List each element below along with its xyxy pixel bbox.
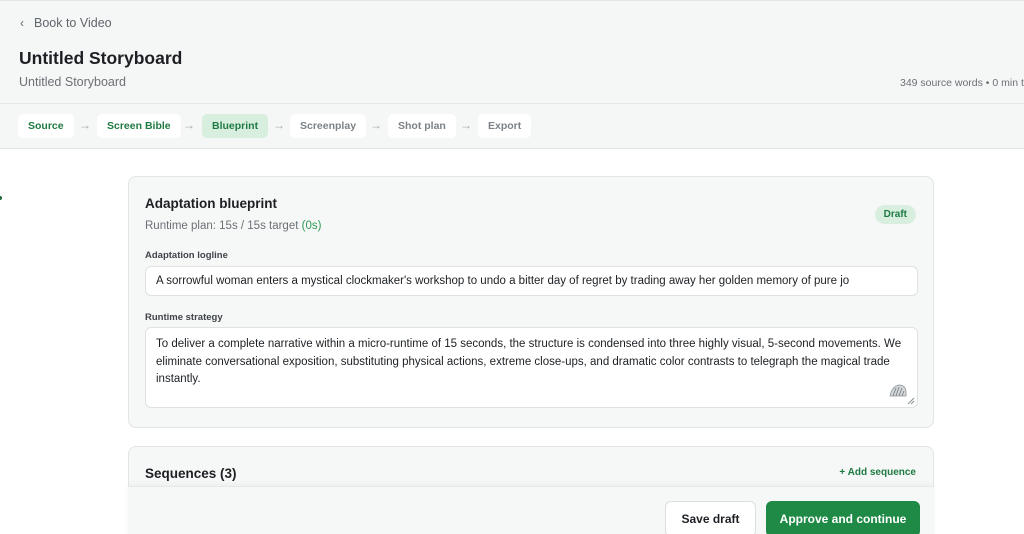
approve-continue-button[interactable]: Approve and continue xyxy=(766,501,920,534)
page-subtitle: Untitled Storyboard xyxy=(19,75,127,89)
step-shot-plan[interactable]: Shot plan xyxy=(388,114,456,138)
source-stats: 349 source words • 0 min ta xyxy=(900,77,1024,89)
workflow-stepper: Source → Screen Bible → Blueprint → Scre… xyxy=(0,104,1024,149)
strategy-textarea[interactable]: To deliver a complete narrative within a… xyxy=(145,327,918,408)
step-export[interactable]: Export xyxy=(478,114,532,138)
blueprint-title: Adaptation blueprint xyxy=(145,196,277,211)
chevron-left-icon: ‹ xyxy=(20,16,24,30)
runtime-plan-text: Runtime plan: 15s / 15s target xyxy=(145,220,299,232)
step-blueprint[interactable]: Blueprint xyxy=(202,114,269,138)
page-header: ‹ Book to Video Untitled Storyboard Unti… xyxy=(0,0,1024,104)
step-screen-bible[interactable]: Screen Bible xyxy=(97,114,181,138)
arrow-right-icon: → xyxy=(273,118,285,132)
strategy-text: To deliver a complete narrative within a… xyxy=(156,338,902,385)
arrow-right-icon: → xyxy=(370,118,382,132)
step-source[interactable]: Source xyxy=(18,114,74,138)
sequences-title: Sequences (3) xyxy=(145,466,237,481)
arrow-right-icon: → xyxy=(183,118,195,132)
edge-dot xyxy=(0,196,2,200)
back-link[interactable]: ‹ Book to Video xyxy=(20,16,112,30)
ai-assist-icon[interactable] xyxy=(888,382,908,398)
step-screenplay[interactable]: Screenplay xyxy=(290,114,367,138)
arrow-right-icon: → xyxy=(460,118,472,132)
logline-input[interactable]: A sorrowful woman enters a mystical cloc… xyxy=(145,266,918,296)
page-title: Untitled Storyboard xyxy=(19,48,183,68)
strategy-label: Runtime strategy xyxy=(145,312,223,323)
action-footer: Save draft Approve and continue xyxy=(128,486,934,534)
arrow-right-icon: → xyxy=(79,118,91,132)
back-link-label: Book to Video xyxy=(34,16,112,30)
save-draft-button[interactable]: Save draft xyxy=(665,501,756,534)
runtime-plan: Runtime plan: 15s / 15s target (0s) xyxy=(145,220,321,232)
add-sequence-button[interactable]: + Add sequence xyxy=(839,467,916,478)
runtime-delta: (0s) xyxy=(301,220,322,232)
resize-handle-icon[interactable] xyxy=(907,397,915,405)
status-badge: Draft xyxy=(874,205,916,224)
blueprint-card: Adaptation blueprint Runtime plan: 15s /… xyxy=(128,176,934,428)
logline-label: Adaptation logline xyxy=(145,250,228,261)
